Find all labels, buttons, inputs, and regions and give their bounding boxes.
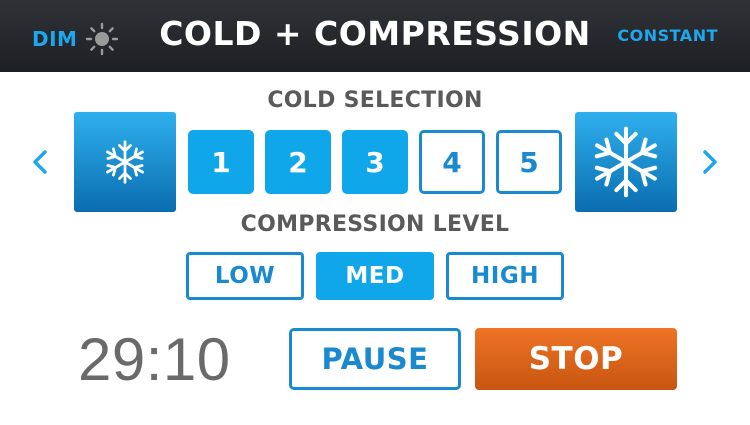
cold-level-label: 4 — [442, 145, 462, 179]
compression-option-label: HIGH — [471, 263, 539, 289]
cold-min-button[interactable] — [74, 112, 176, 212]
session-timer: 29:10 — [78, 326, 231, 393]
compression-level-label: COMPRESSION LEVEL — [240, 212, 510, 237]
compression-med-button[interactable]: MED — [316, 252, 434, 300]
cold-level-label: 1 — [211, 145, 231, 179]
chevron-right-icon[interactable] — [700, 148, 720, 176]
cold-level-1-button[interactable]: 1 — [188, 130, 254, 194]
cold-level-4-button[interactable]: 4 — [419, 130, 485, 194]
cold-level-label: 3 — [365, 145, 385, 179]
cold-level-5-button[interactable]: 5 — [496, 130, 562, 194]
cold-max-button[interactable] — [575, 112, 677, 212]
cold-selection-label: COLD SELECTION — [267, 88, 483, 113]
pause-button[interactable]: PAUSE — [289, 328, 461, 390]
compression-high-button[interactable]: HIGH — [446, 252, 564, 300]
compression-option-label: MED — [345, 263, 405, 289]
header-bar: DIM COLD + COMPRESSION CONSTANT — [0, 0, 750, 72]
chevron-left-icon[interactable] — [30, 148, 50, 176]
cold-level-3-button[interactable]: 3 — [342, 130, 408, 194]
cold-level-2-button[interactable]: 2 — [265, 130, 331, 194]
compression-option-label: LOW — [214, 263, 276, 289]
cold-level-label: 2 — [288, 145, 308, 179]
mode-constant-button[interactable]: CONSTANT — [617, 26, 718, 45]
snowflake-icon — [589, 125, 663, 199]
stop-button[interactable]: STOP — [475, 328, 677, 390]
cold-level-label: 5 — [519, 145, 539, 179]
compression-low-button[interactable]: LOW — [186, 252, 304, 300]
snowflake-icon — [102, 139, 148, 185]
